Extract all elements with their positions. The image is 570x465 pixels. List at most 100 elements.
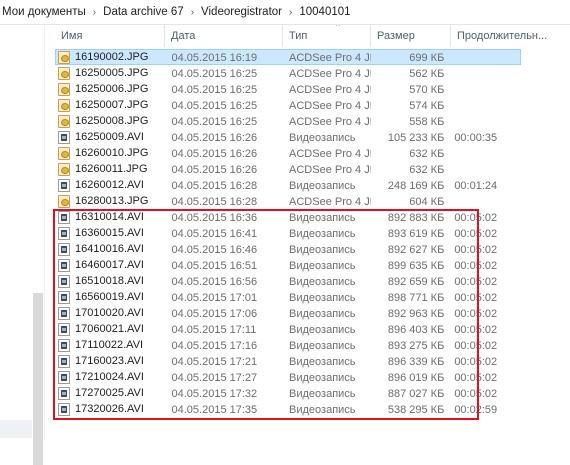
file-row[interactable]: 16250008.JPG 04.05.2015 16:25 ACDSee Pro 4… xyxy=(55,113,521,129)
file-row[interactable]: 16260012.AVI 04.05.2015 16:28 Видеозапись 2… xyxy=(55,177,521,193)
file-type: ACDSee Pro 4 JPE... xyxy=(289,84,371,96)
jpg-icon xyxy=(58,194,70,208)
file-name: 16260010.JPG xyxy=(75,147,149,159)
column-header-type[interactable]: ^ Тип xyxy=(283,25,371,47)
file-name: 16190002.JPG xyxy=(75,51,149,63)
file-size: 632 КБ xyxy=(409,148,445,160)
file-name-cell[interactable]: 16190002.JPG xyxy=(56,50,166,64)
file-date: 04.05.2015 16:25 xyxy=(171,116,258,128)
file-row[interactable]: 16260011.JPG 04.05.2015 16:26 ACDSee Pro 4… xyxy=(55,161,521,177)
file-name: 16250005.JPG xyxy=(75,67,149,79)
file-row[interactable]: 16250005.JPG 04.05.2015 16:25 ACDSee Pro 4… xyxy=(55,65,521,81)
column-header-date[interactable]: Дата xyxy=(165,25,283,47)
jpg-icon xyxy=(58,114,70,128)
file-duration xyxy=(450,82,520,96)
file-date: 04.05.2015 16:26 xyxy=(171,164,258,176)
file-name: 16250009.AVI xyxy=(75,131,144,143)
navigation-scrollbar-thumb[interactable] xyxy=(33,293,43,465)
address-bar[interactable]: Мои документы › Data archive 67 › Videor… xyxy=(0,0,570,25)
file-name: 16250008.JPG xyxy=(75,115,149,127)
file-duration xyxy=(450,146,520,160)
file-type: ACDSee Pro 4 JPE... xyxy=(289,100,371,112)
file-duration xyxy=(450,194,520,208)
breadcrumb-separator[interactable]: › xyxy=(186,7,199,18)
file-row[interactable]: 16260010.JPG 04.05.2015 16:26 ACDSee Pro 4… xyxy=(55,145,521,161)
file-name-cell[interactable]: 16260011.JPG xyxy=(56,162,166,176)
jpg-icon xyxy=(58,162,70,176)
file-size: 574 КБ xyxy=(409,100,445,112)
breadcrumb-item-videoregistrator[interactable]: Videoregistrator xyxy=(199,6,284,18)
column-header-duration-label: Продолжительн... xyxy=(457,30,548,42)
file-row[interactable]: 16280013.JPG 04.05.2015 16:28 ACDSee Pro 4… xyxy=(55,193,521,209)
file-duration: 00:00:35 xyxy=(454,132,498,144)
file-type: ACDSee Pro 4 JPE... xyxy=(289,52,371,64)
avi-icon xyxy=(58,178,70,192)
file-name: 16250006.JPG xyxy=(75,83,149,95)
file-date: 04.05.2015 16:28 xyxy=(171,196,258,208)
file-duration xyxy=(450,162,520,176)
breadcrumb-item-current-folder[interactable]: 10040101 xyxy=(297,6,352,18)
file-duration xyxy=(450,50,520,64)
file-size: 558 КБ xyxy=(409,116,445,128)
file-type: Видеозапись xyxy=(289,180,356,192)
file-size: 632 КБ xyxy=(409,164,445,176)
file-row[interactable]: 16250007.JPG 04.05.2015 16:25 ACDSee Pro 4… xyxy=(55,97,521,113)
navigation-pane[interactable] xyxy=(0,25,45,465)
avi-icon xyxy=(58,130,70,144)
file-type: ACDSee Pro 4 JPE... xyxy=(289,196,371,208)
column-header-name[interactable]: Имя xyxy=(55,25,165,47)
file-name-cell[interactable]: 16250007.JPG xyxy=(56,98,166,112)
file-type: ACDSee Pro 4 JPE... xyxy=(289,116,371,128)
file-name-cell[interactable]: 16250006.JPG xyxy=(56,82,166,96)
file-name-cell[interactable]: 16260012.AVI xyxy=(56,178,166,192)
file-row[interactable]: 16250006.JPG 04.05.2015 16:25 ACDSee Pro 4… xyxy=(55,81,521,97)
file-name: 16260011.JPG xyxy=(75,163,148,175)
file-type: ACDSee Pro 4 JPE... xyxy=(289,68,371,80)
file-duration xyxy=(450,114,520,128)
file-size: 248 169 КБ xyxy=(387,180,445,192)
file-duration: 00:01:24 xyxy=(454,180,498,192)
file-size: 604 КБ xyxy=(409,196,445,208)
file-row[interactable]: 16250009.AVI 04.05.2015 16:26 Видеозапись 1… xyxy=(55,129,521,145)
navigation-pane-item[interactable] xyxy=(0,420,32,438)
file-size: 562 КБ xyxy=(409,68,445,80)
jpg-icon xyxy=(58,146,70,160)
column-header-row: Имя Дата ^ Тип Размер Продолжительн... xyxy=(55,25,570,47)
file-name-cell[interactable]: 16260010.JPG xyxy=(56,146,166,160)
column-header-date-label: Дата xyxy=(171,30,196,42)
file-name-cell[interactable]: 16250009.AVI xyxy=(56,130,166,144)
breadcrumb-separator[interactable]: › xyxy=(88,7,101,18)
column-header-type-label: Тип xyxy=(289,30,308,42)
column-header-size-label: Размер xyxy=(377,30,415,42)
jpg-icon xyxy=(58,66,70,80)
file-name: 16260012.AVI xyxy=(75,179,144,191)
file-name: 16280013.JPG xyxy=(75,195,149,207)
file-date: 04.05.2015 16:26 xyxy=(171,148,258,160)
column-header-name-label: Имя xyxy=(61,30,83,42)
column-header-duration[interactable]: Продолжительн... xyxy=(451,25,570,47)
file-date: 04.05.2015 16:26 xyxy=(171,132,258,144)
file-date: 04.05.2015 16:25 xyxy=(171,100,258,112)
breadcrumb-separator[interactable]: › xyxy=(284,7,297,18)
file-row[interactable]: 16190002.JPG 04.05.2015 16:19 ACDSee Pro 4… xyxy=(55,49,521,65)
breadcrumb-item-data-archive[interactable]: Data archive 67 xyxy=(101,6,186,18)
breadcrumb-item-my-documents[interactable]: Мои документы xyxy=(0,6,88,18)
file-type: Видеозапись xyxy=(289,132,356,144)
file-date: 04.05.2015 16:28 xyxy=(171,180,258,192)
jpg-icon xyxy=(58,98,70,112)
file-name-cell[interactable]: 16250005.JPG xyxy=(56,66,166,80)
file-duration xyxy=(450,66,520,80)
file-type: ACDSee Pro 4 JPE... xyxy=(289,148,371,160)
jpg-icon xyxy=(58,50,70,64)
file-name-cell[interactable]: 16280013.JPG xyxy=(56,194,166,208)
file-duration xyxy=(450,98,520,112)
file-size: 105 233 КБ xyxy=(387,132,445,144)
file-date: 04.05.2015 16:19 xyxy=(171,52,258,64)
column-header-size[interactable]: Размер xyxy=(371,25,451,47)
file-type: ACDSee Pro 4 JPE... xyxy=(289,164,371,176)
jpg-icon xyxy=(58,82,70,96)
sort-indicator-icon: ^ xyxy=(336,25,340,31)
file-name: 16250007.JPG xyxy=(75,99,149,111)
file-size: 570 КБ xyxy=(409,84,445,96)
file-name-cell[interactable]: 16250008.JPG xyxy=(56,114,166,128)
